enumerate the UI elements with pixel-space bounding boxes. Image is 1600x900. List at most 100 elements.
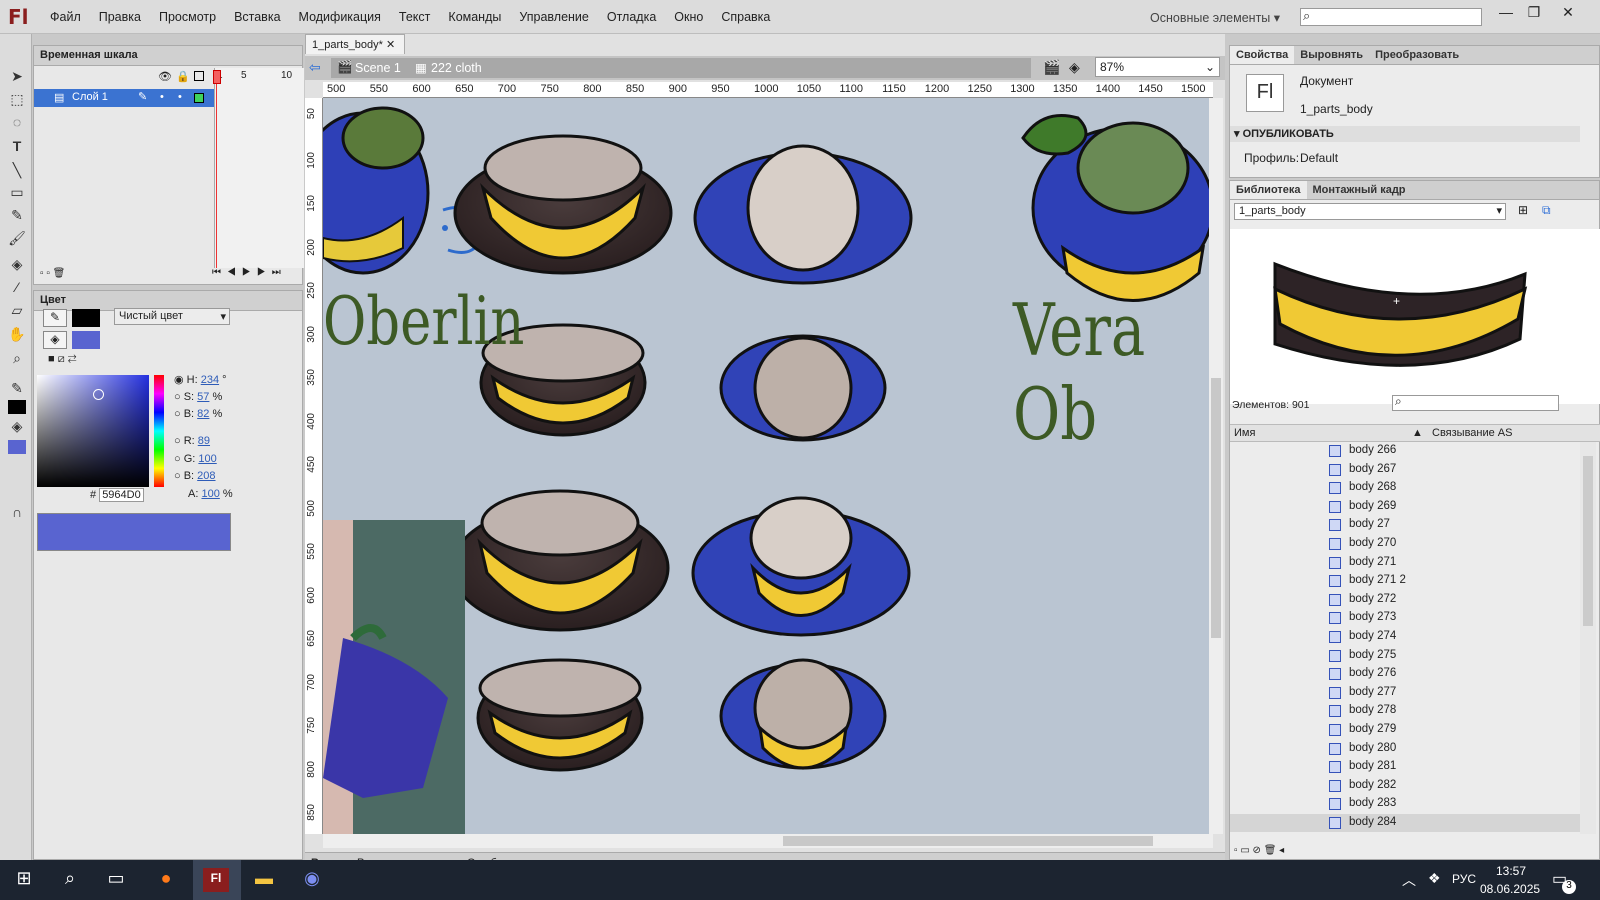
close-button[interactable]: ✕ [1556,4,1580,24]
color-picker-area[interactable] [37,375,149,487]
col-linkage[interactable]: Связывание AS [1432,427,1512,439]
lock-dot-icon[interactable]: • [178,91,182,103]
outline-icon[interactable] [194,71,204,81]
menu-view[interactable]: Просмотр [159,10,216,24]
bv-value[interactable]: 208 [197,470,215,482]
new-library-icon[interactable]: ⧉ [1542,203,1551,218]
blue-field[interactable]: ○ B: 208 [174,470,216,482]
tab-library[interactable]: Библиотека [1230,181,1307,199]
library-item[interactable]: body 274 [1230,628,1580,647]
hue-field[interactable]: ◉ H: 234 ° [174,373,227,386]
windows-start-icon[interactable]: ⊞ [8,868,40,894]
text-tool-icon[interactable]: T [7,138,27,158]
fill-type-select[interactable]: Чистый цвет ▾ [114,308,230,325]
zoom-tool-icon[interactable]: ⌕ [7,350,27,370]
workspace-switcher[interactable]: Основные элементы ▾ [1150,10,1280,25]
menu-file[interactable]: Файл [50,10,81,24]
frames-area[interactable]: 1 5 10 [213,68,304,268]
discord-icon[interactable]: ◉ [296,868,328,894]
s-value[interactable]: 57 [197,391,209,403]
eye-icon[interactable]: 👁 [158,70,172,83]
library-toolbar[interactable]: ▫ ▭ ⊘ 🗑 ◂ [1234,845,1284,856]
fill-color-icon[interactable]: ◈ [7,418,27,438]
eraser-icon[interactable]: ▱ [7,302,27,322]
menu-help[interactable]: Справка [721,10,770,24]
menu-edit[interactable]: Правка [99,10,141,24]
alpha-field[interactable]: A: 100 % [188,488,233,500]
red-field[interactable]: ○ R: 89 [174,435,210,447]
library-item[interactable]: body 276 [1230,665,1580,684]
language-indicator[interactable]: РУС [1452,872,1476,886]
vertical-scrollbar[interactable] [1209,98,1223,834]
brush-tool-icon[interactable]: 🖌 [7,230,27,250]
zoom-select[interactable]: 87% ⌄ [1095,57,1220,77]
library-document-select[interactable]: 1_parts_body ▾ [1234,203,1506,220]
playback-controls[interactable]: ⏮◀▶▶⏭ [212,267,287,278]
line-tool-icon[interactable]: ╲ [7,162,27,182]
brightness-field[interactable]: ○ B: 82 % [174,408,222,420]
horizontal-scrollbar[interactable] [323,834,1213,848]
library-item[interactable]: body 277 [1230,684,1580,703]
hue-slider[interactable] [154,375,164,487]
tab-properties[interactable]: Свойства [1230,46,1295,64]
snap-magnet-icon[interactable]: ∩ [7,504,27,524]
library-item[interactable]: body 281 [1230,758,1580,777]
fill-color-swatch[interactable] [8,440,26,454]
sort-arrow-icon[interactable]: ▲ [1412,427,1423,439]
clock-date[interactable]: 08.06.2025 [1480,882,1540,896]
back-arrow-icon[interactable]: ⇦ [309,59,321,76]
alpha-value[interactable]: 100 [201,488,219,500]
tab-motion-presets[interactable]: Монтажный кадр [1307,181,1412,199]
library-search-input[interactable]: ⌕ [1392,394,1559,411]
hex-field[interactable]: # 5964D0 [90,488,144,502]
layer-color-icon[interactable] [194,93,204,103]
fill-bucket-icon[interactable]: ◈ [43,331,67,349]
file-explorer-icon[interactable]: ▬ [248,868,280,894]
menu-text[interactable]: Текст [399,10,430,24]
library-item[interactable]: body 268 [1230,479,1580,498]
breadcrumb-symbol[interactable]: 222 cloth [431,61,482,75]
stage-canvas[interactable]: Oberlin Vera Ob [323,98,1209,834]
search-icon[interactable]: ⌕ [54,868,86,894]
g-value[interactable]: 100 [198,453,216,465]
hand-tool-icon[interactable]: ✋ [7,326,27,346]
menu-modify[interactable]: Модификация [299,10,381,24]
stroke-color-icon[interactable]: ✎ [7,380,27,400]
playhead[interactable] [213,70,221,84]
lock-icon[interactable]: 🔒 [176,70,190,83]
layer-name[interactable]: Слой 1 [72,91,108,103]
scroll-thumb[interactable] [1583,456,1593,626]
breadcrumb-scene[interactable]: Scene 1 [355,61,401,75]
chevron-up-icon[interactable]: ︿ [1402,870,1416,890]
flash-taskbar-icon[interactable]: Fl [203,868,229,892]
library-item[interactable]: body 271 [1230,554,1580,573]
pencil-tool-icon[interactable]: ✎ [7,207,27,227]
selection-tool-icon[interactable]: ➤ [7,68,27,88]
tab-align[interactable]: Выровнять [1294,46,1369,64]
library-item[interactable]: body 273 [1230,609,1580,628]
stroke-swatch[interactable] [72,309,100,327]
library-item[interactable]: body 278 [1230,702,1580,721]
layer-row[interactable]: ▤ Слой 1 ✎ • • [34,89,214,107]
library-item[interactable]: body 27 [1230,516,1580,535]
menu-insert[interactable]: Вставка [234,10,280,24]
b-value[interactable]: 82 [197,408,209,420]
library-item[interactable]: body 284 [1230,813,1580,833]
menu-debug[interactable]: Отладка [607,10,656,24]
stroke-color-swatch[interactable] [8,400,26,414]
library-scrollbar[interactable] [1580,442,1596,834]
lasso-tool-icon[interactable]: ◌ [7,114,27,134]
new-layer-icon[interactable]: ▫ ▫ 🗑 [40,268,65,279]
saturation-field[interactable]: ○ S: 57 % [174,391,222,403]
swap-colors-icon[interactable]: ■ ⧄ ⇄ [48,353,77,366]
library-item[interactable]: body 282 [1230,777,1580,796]
dropbox-icon[interactable]: ❖ [1428,870,1441,887]
eyedropper-icon[interactable]: ⁄ [7,279,27,299]
library-item[interactable]: body 270 [1230,535,1580,554]
help-search-input[interactable]: ⌕ [1300,8,1482,26]
library-item[interactable]: body 266 [1230,442,1580,461]
picker-cursor[interactable] [93,389,104,400]
fill-swatch[interactable] [72,331,100,349]
firefox-icon[interactable]: ● [150,868,182,894]
tab-transform[interactable]: Преобразовать [1369,46,1465,64]
